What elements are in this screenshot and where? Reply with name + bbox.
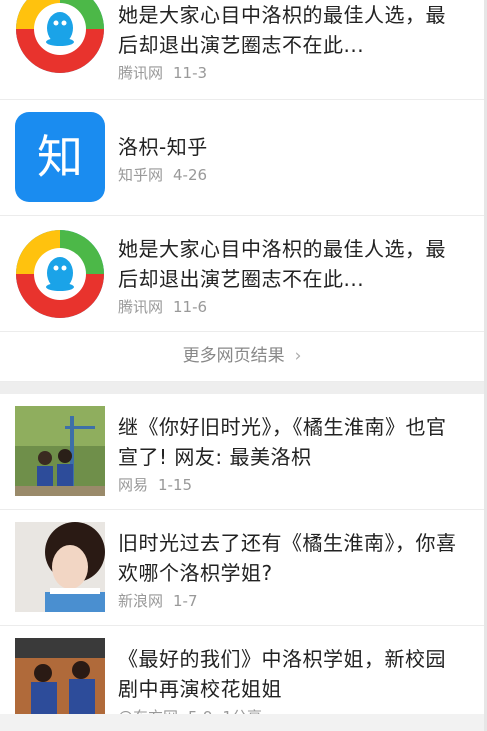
news-source: 新浪网 <box>118 592 164 610</box>
result-date: 11-3 <box>173 64 208 82</box>
section-divider <box>0 382 484 394</box>
news-photo <box>15 406 105 496</box>
tencent-logo-icon <box>15 0 105 74</box>
search-results-page: 她是大家心目中洛枳的最佳人选，最后却退出演艺圈志不在此... 腾讯网 11-3 知… <box>0 0 484 731</box>
news-item[interactable]: 继《你好旧时光》，《橘生淮南》也官宣了! 网友: 最美洛枳 网易 1-15 <box>0 394 484 510</box>
result-date: 11-6 <box>173 298 208 316</box>
result-title[interactable]: 她是大家心目中洛枳的最佳人选，最后却退出演艺圈志不在此... <box>118 234 464 294</box>
web-result[interactable]: 她是大家心目中洛枳的最佳人选，最后却退出演艺圈志不在此... 腾讯网 11-3 <box>0 0 484 100</box>
result-source: 腾讯网 <box>118 64 164 82</box>
web-result[interactable]: 知 洛枳-知乎 知乎网 4-26 <box>0 100 484 216</box>
bottom-bar <box>0 714 484 731</box>
news-title[interactable]: 《最好的我们》中洛枳学姐，新校园剧中再演校花姐姐 <box>118 644 464 704</box>
zhihu-logo-text: 知 <box>37 130 83 184</box>
more-results-label: 更多网页结果 <box>182 346 285 366</box>
chevron-right-icon: › <box>294 346 302 366</box>
news-source: 网易 <box>118 476 149 494</box>
result-source: 知乎网 <box>118 166 164 184</box>
tencent-logo-icon <box>15 229 105 319</box>
news-photo <box>15 522 105 612</box>
news-title[interactable]: 旧时光过去了还有《橘生淮南》，你喜欢哪个洛枳学姐? <box>118 528 464 588</box>
news-date: 1-7 <box>173 592 198 610</box>
result-date: 4-26 <box>173 166 208 184</box>
result-source: 腾讯网 <box>118 298 164 316</box>
more-web-results-link[interactable]: 更多网页结果 › <box>0 331 484 382</box>
result-title[interactable]: 她是大家心目中洛枳的最佳人选，最后却退出演艺圈志不在此... <box>118 0 464 60</box>
news-title[interactable]: 继《你好旧时光》，《橘生淮南》也官宣了! 网友: 最美洛枳 <box>118 412 464 472</box>
news-date: 1-15 <box>158 476 193 494</box>
result-title[interactable]: 洛枳-知乎 <box>118 132 464 162</box>
news-item[interactable]: 《最好的我们》中洛枳学姐，新校园剧中再演校花姐姐 @东方网5-91分享 <box>0 626 484 726</box>
news-photo <box>15 638 105 714</box>
zhihu-logo-icon: 知 <box>15 112 105 202</box>
news-item[interactable]: 旧时光过去了还有《橘生淮南》，你喜欢哪个洛枳学姐? 新浪网 1-7 <box>0 510 484 626</box>
web-result[interactable]: 她是大家心目中洛枳的最佳人选，最后却退出演艺圈志不在此... 腾讯网 11-6 <box>0 216 484 332</box>
